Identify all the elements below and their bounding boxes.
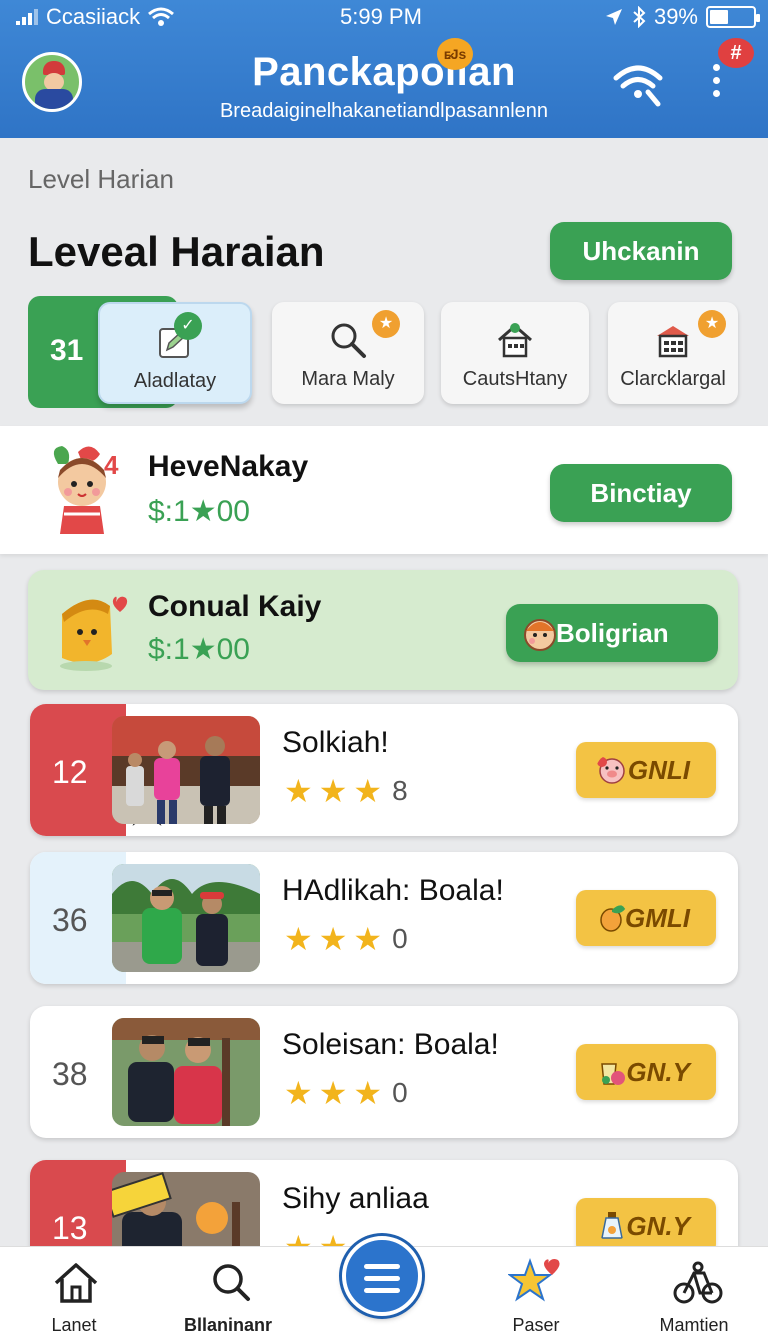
item-action-button[interactable]: GNLI [576,742,716,798]
star-icon: ★ [284,773,313,809]
nav-label: Mamtien [659,1315,729,1335]
signal-icon [16,9,38,25]
nav-search[interactable]: Bllaninanr [168,1247,288,1344]
rating-count: 0 [392,923,408,954]
category-tab-cautshtany[interactable]: CautsHtany [441,302,589,404]
title-badge: ᴇ̷Js [437,38,473,70]
star-badge-icon: ★ [372,310,400,338]
unlock-button[interactable]: Uhckanin [550,222,732,280]
menu-icon [346,1240,418,1293]
nav-label: Paser [512,1315,560,1335]
item-action-button[interactable]: GMLI [576,890,716,946]
wifi-status-icon [148,7,175,26]
item-action-label: GN.Y [626,1211,690,1241]
item-action-label: GNLI [627,755,690,785]
check-icon: ✓ [174,312,202,340]
star-icon: ★ [353,1075,383,1111]
corner-number: 4 [104,450,119,480]
item-action-button[interactable]: GN.Y [576,1044,716,1100]
featured-name: Conual Kaiy [148,590,322,623]
location-icon [605,9,622,25]
item-name: HAdlikah: Boala! [282,874,504,907]
home-icon [54,1263,98,1303]
building-icon [657,326,689,358]
bluetooth-icon [633,6,646,28]
buy-button[interactable]: Binctiay [550,464,732,522]
battery-percent: 39% [653,4,698,29]
rating-count: 0 [392,1077,408,1108]
mascot-face-icon [524,619,556,651]
category-label: CautsHtany [462,368,568,390]
nav-favorites[interactable]: Paser [476,1247,596,1344]
category-tab-aladlatay[interactable]: ✓ Aladlatay [98,302,252,404]
carrier-group: Ccasiiack [16,4,175,30]
status-bar: Ccasiiack 5:99 PM 39% [0,0,768,32]
category-label: Mara Maly [301,368,395,390]
item-photo [112,1018,260,1126]
page-title: Leveal Haraian [28,228,325,275]
pig-face-icon [597,757,625,784]
breadcrumb: Level Harian [28,164,174,194]
star-icon: ★ [318,1075,348,1111]
item-name: Soleisan: Boala! [282,1028,499,1061]
house-icon [498,323,532,358]
star-icon: ★ [284,921,313,957]
item-photo [112,716,260,824]
featured-price: $:1★00 [148,495,250,528]
category-tab-clarcklargal[interactable]: ★ Clarcklargal [608,302,738,404]
mascot-chick-icon [60,596,128,671]
star-rating: ★ ★ ★ 0 [284,922,408,956]
star-badge-icon: ★ [698,310,726,338]
battery-icon [706,6,760,28]
category-tab-mara-maly[interactable]: ★ Mara Maly [272,302,424,404]
bolig-button-label: Boligrian [556,618,669,648]
status-right: 39% [604,4,760,30]
app-header: Ccasiiack 5:99 PM 39% Panckapolian ᴇ̷Js … [0,0,768,138]
star-icon: ★ [318,773,348,809]
list-item[interactable]: 38 Soleisan: Boala! ★ ★ ★ 0 GN.Y [30,1006,738,1138]
rating-count: 8 [392,775,408,806]
nav-label: Lanet [51,1315,97,1335]
item-photo [112,864,260,972]
bolig-button[interactable]: Boligrian [506,604,718,662]
bottle-icon [601,1212,623,1239]
carrier-name: Ccasiiack [46,4,141,29]
search-icon [331,323,366,358]
category-label: Clarcklargal [620,368,726,390]
menu-fab-button[interactable] [342,1236,422,1316]
search-icon [213,1264,250,1301]
wifi-search-icon[interactable] [612,60,664,108]
featured-price: $:1★00 [148,633,250,666]
category-label: Aladlatay [133,370,217,392]
item-action-label: GN.Y [626,1057,690,1087]
star-heart-icon [508,1258,560,1302]
status-time: 5:99 PM [340,4,422,29]
leaf-fruit-icon [600,905,626,932]
nav-home[interactable]: Lanet [14,1247,134,1344]
more-menu-button[interactable] [706,58,726,114]
cup-candy-icon [601,1063,625,1085]
nav-label: Bllaninanr [183,1315,272,1335]
star-icon: ★ [353,921,383,957]
star-rating: ★ ★ ★ 8 [284,774,408,808]
battery-fill [710,10,728,24]
list-item[interactable]: 12 Solkiah! ★ ★ ★ 8 GNLI [30,704,738,836]
notification-badge[interactable]: # [718,38,754,68]
list-item[interactable]: 36 HAdlikah: Boala! ★ ★ ★ 0 GMLI [30,852,738,984]
item-action-label: GMLI [625,903,690,933]
star-icon: ★ [284,1075,313,1111]
item-name: Solkiah! [282,726,389,759]
nav-profile[interactable]: Mamtien [634,1247,754,1344]
bike-icon [673,1261,723,1304]
featured-name: HeveNakay [148,450,309,483]
item-name: Sihy anliaa [282,1182,429,1215]
star-rating: ★ ★ ★ 0 [284,1076,408,1110]
star-icon: ★ [318,921,348,957]
star-icon: ★ [353,773,383,809]
